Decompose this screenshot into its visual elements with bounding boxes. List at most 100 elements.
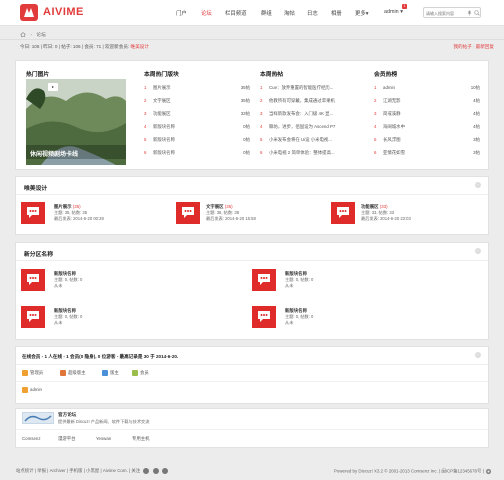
item-label: 亚情花如雪 [383,150,405,155]
item-value: 3帖 [473,150,480,155]
list-item[interactable]: 4 聊坊，进步，佰固设为 Ascend P7 [260,124,335,130]
footer-link-site[interactable]: Aivime Com. [103,468,128,473]
rank-number: 1 [260,85,263,90]
weibo-icon[interactable] [143,468,150,474]
search-icon[interactable] [474,10,480,16]
nav-channel[interactable]: 栏目频道 [225,9,247,17]
rank-number: 3 [374,111,377,116]
forum-last-post[interactable]: 最后发表: 2014-6-20 23:03 [361,216,411,222]
collapse-icon[interactable]: − [475,248,481,254]
footer-link-mobile[interactable]: 手机版 [69,468,82,473]
friend-link[interactable]: Comsenz [22,436,41,441]
collapse-icon[interactable]: − [475,352,481,358]
nav-group[interactable]: 群组 [261,9,272,17]
breadcrumb-current[interactable]: 论坛 [36,33,46,38]
list-item[interactable]: 1 Cue：放弃重置的智能医疗经历... [260,85,333,91]
forum-last-post[interactable]: 最后发表: 2014-6-20 00:28 [54,216,104,222]
list-item[interactable]: 3 当样新款发布会：入门级 4K 显... [260,111,333,117]
item-label: 功能展区 [153,111,171,116]
list-item[interactable]: 1 图片展示 [144,85,171,91]
latest-replies-link[interactable]: 最新回复 [476,44,494,49]
notice-badge[interactable]: 1 [402,4,407,9]
nav-more[interactable]: 更多▾ [355,9,369,17]
online-user[interactable]: admin [22,387,42,393]
list-item[interactable]: 2 江湖无影 [374,98,401,104]
item-label: admin [383,85,395,90]
nav-album[interactable]: 相册 [331,9,342,17]
legend-label: 管理员 [30,370,44,376]
list-item[interactable]: 4 海阔城水中 [374,124,405,130]
list-item[interactable]: 6 亚情花如雪 [374,150,405,156]
list-item[interactable]: 2 他教所有可穿戴，集成通过苹果机 [260,98,335,104]
item-label: 小米电视 2 简单体验：整体提高... [269,150,335,155]
nav-forum[interactable]: 论坛 [201,9,212,17]
list-item[interactable]: 5 长风浮图 [374,137,401,143]
item-label: 海阔城水中 [383,124,405,129]
newest-member-link[interactable]: 唯美设计 [130,44,148,49]
online-summary[interactable]: 在线会员 - 1 人在线 - 1 会员(0 隐身), 0 位游客 - 最高记录是… [22,354,178,360]
forum-chat-icon[interactable] [21,306,45,328]
rank-number: 5 [144,137,147,142]
forum-chat-icon[interactable] [176,202,200,224]
members-title: 会员热榜 [374,72,398,78]
list-item[interactable]: 3 简戒溪静 [374,111,401,117]
rank-number: 2 [144,98,147,103]
group-title[interactable]: 新分区名称 [24,249,53,258]
image-index-marker: ▸ [48,83,58,91]
footer-link-archiver[interactable]: Archiver [50,468,66,473]
friend-link-title[interactable]: 官方论坛 [58,412,76,418]
forum-last-post: 从未 [54,283,63,289]
friend-link[interactable]: 专用主机 [132,436,150,442]
user-admin-icon [22,387,28,393]
home-icon[interactable] [20,31,26,37]
copyright-text: Powered by Discuz! X3.2 © 2001-2013 Coms… [334,468,484,474]
hot-image[interactable]: ▸ 休闲视频剧场卡线 [26,79,126,165]
rank-number: 4 [260,124,263,129]
list-item[interactable]: 4 新版块名称 [144,124,175,130]
nav-portal[interactable]: 门户 [176,9,187,17]
user-menu[interactable]: admin ▾ [384,9,403,15]
list-item[interactable]: 1 admin [374,85,395,90]
nav-collection[interactable]: 淘帖 [284,9,295,17]
item-value: 10帖 [470,85,480,90]
friend-link[interactable]: Yeswan [96,436,111,441]
forum-chat-icon[interactable] [21,269,45,291]
list-item[interactable]: 5 小米发布会将在 Ui设 小米电视... [260,137,332,143]
brand-name[interactable]: AIVIME [43,6,84,18]
item-value: 3帖 [473,137,480,142]
rank-number: 5 [260,137,263,142]
qq-icon[interactable] [161,468,168,474]
search-input[interactable] [426,9,462,17]
forum-chat-icon[interactable] [252,306,276,328]
image-caption: 休闲视频剧场卡线 [30,152,79,158]
footer-link-report[interactable]: 举报 [37,468,46,473]
discuz-logo-image[interactable] [22,412,54,424]
nav-blog[interactable]: 日志 [307,9,318,17]
list-item[interactable]: 2 文字展区 [144,98,171,104]
list-item[interactable]: 5 新版块名称 [144,137,175,143]
microphone-icon[interactable] [467,10,472,16]
gear-icon[interactable] [485,468,492,475]
list-item[interactable]: 6 新版块名称 [144,150,175,156]
list-item[interactable]: 6 小米电视 2 简单体验：整体提高... [260,150,335,156]
item-value: 0帖 [243,150,250,155]
forum-chat-icon[interactable] [252,269,276,291]
footer-link-blackroom[interactable]: 小黑屋 [86,468,99,473]
friend-link[interactable]: 漫游平台 [58,436,76,442]
forum-meta: 主题: 36, 帖数: 38 最后发表: 2014-6-20 15:58 [206,210,256,222]
forum-chat-icon[interactable] [21,202,45,224]
divider [16,260,488,261]
logo-icon[interactable] [20,4,38,21]
hot-images-title: 热门图片 [26,72,50,78]
my-posts-link[interactable]: 我的帖子 [453,44,471,49]
list-item[interactable]: 3 功能展区 [144,111,171,117]
footer-link-stats[interactable]: 站点统计 [16,468,34,473]
forum-chat-icon[interactable] [331,202,355,224]
user-member-icon [132,370,138,376]
wechat-icon[interactable] [152,468,159,474]
search-box [423,7,481,18]
collapse-icon[interactable]: − [475,182,481,188]
forum-count: (33) [379,204,388,209]
group-title[interactable]: 唯美设计 [24,183,47,192]
forum-last-post[interactable]: 最后发表: 2014-6-20 15:58 [206,216,256,222]
